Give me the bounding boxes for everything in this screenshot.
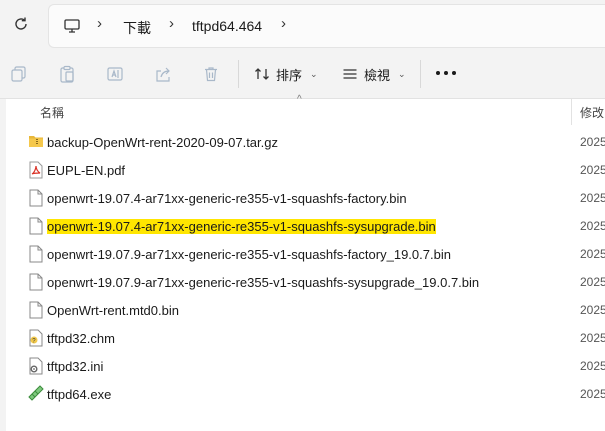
file-name: tftpd32.ini <box>47 359 104 374</box>
help-file-icon: ? <box>28 329 44 347</box>
file-name: EUPL-EN.pdf <box>47 163 126 178</box>
chevron-down-icon: ⌄ <box>310 68 318 79</box>
column-divider[interactable] <box>571 99 572 125</box>
file-name-highlighted: openwrt-19.07.4-ar71xx-generic-re355-v1-… <box>47 219 436 234</box>
toolbar-divider <box>420 60 421 88</box>
file-name: tftpd32.chm <box>47 331 115 346</box>
sort-ascending-icon: ^ <box>297 94 302 105</box>
delete-icon[interactable] <box>201 64 221 84</box>
file-date: 2025 <box>580 331 605 345</box>
file-date: 2025 <box>580 219 605 233</box>
view-button[interactable]: 檢視 ⌄ <box>342 62 406 86</box>
list-item[interactable]: OpenWrt-rent.mtd0.bin 2025 <box>6 296 605 324</box>
list-item[interactable]: openwrt-19.07.4-ar71xx-generic-re355-v1-… <box>6 184 605 212</box>
file-date: 2025 <box>580 359 605 373</box>
sort-button[interactable]: 排序 ⌄ <box>254 62 318 86</box>
breadcrumb-downloads[interactable]: 下載 <box>123 18 151 38</box>
file-icon <box>28 217 44 235</box>
chevron-down-icon: ⌄ <box>398 68 406 79</box>
this-pc-icon[interactable] <box>63 17 81 35</box>
file-icon <box>28 273 44 291</box>
chevron-right-icon[interactable]: › <box>97 15 102 32</box>
file-date: 2025 <box>580 191 605 205</box>
breadcrumb-current-folder[interactable]: tftpd64.464 <box>192 18 262 34</box>
toolbar-divider <box>238 60 239 88</box>
file-list: 名稱 ^ 修改 backup-OpenWrt-rent-2020-09-07.t… <box>0 94 605 431</box>
file-name: openwrt-19.07.4-ar71xx-generic-re355-v1-… <box>47 191 407 206</box>
file-icon <box>28 189 44 207</box>
settings-file-icon <box>28 357 44 375</box>
file-date: 2025 <box>580 275 605 289</box>
rename-icon[interactable] <box>105 64 125 84</box>
file-name: backup-OpenWrt-rent-2020-09-07.tar.gz <box>47 135 278 150</box>
column-header: 名稱 ^ 修改 <box>0 94 605 125</box>
file-icon <box>28 301 44 319</box>
file-date: 2025 <box>580 387 605 401</box>
file-date: 2025 <box>580 247 605 261</box>
list-item[interactable]: backup-OpenWrt-rent-2020-09-07.tar.gz 20… <box>6 128 605 156</box>
archive-folder-icon <box>28 133 44 151</box>
chevron-right-icon[interactable]: › <box>169 15 174 32</box>
list-item[interactable]: openwrt-19.07.9-ar71xx-generic-re355-v1-… <box>6 268 605 296</box>
list-item[interactable]: openwrt-19.07.4-ar71xx-generic-re355-v1-… <box>6 212 605 240</box>
paste-icon[interactable] <box>57 64 77 84</box>
file-name: openwrt-19.07.9-ar71xx-generic-re355-v1-… <box>47 275 480 290</box>
file-date: 2025 <box>580 303 605 317</box>
list-item[interactable]: openwrt-19.07.9-ar71xx-generic-re355-v1-… <box>6 240 605 268</box>
view-list-icon <box>343 69 357 79</box>
breadcrumb[interactable]: › 下載 › tftpd64.464 › <box>48 4 605 48</box>
list-item[interactable]: tftpd32.ini 2025 <box>6 352 605 380</box>
file-icon <box>28 245 44 263</box>
sort-icon <box>255 68 269 80</box>
sort-label: 排序 <box>276 67 303 83</box>
address-bar: › 下載 › tftpd64.464 › <box>0 0 605 50</box>
copy-icon[interactable] <box>9 64 29 84</box>
file-date: 2025 <box>580 135 605 149</box>
command-bar: 排序 ⌄ 檢視 ⌄ <box>0 50 605 99</box>
share-icon[interactable] <box>153 64 173 84</box>
view-label: 檢視 <box>364 67 391 83</box>
pdf-icon <box>28 161 44 179</box>
more-options-icon[interactable] <box>436 71 456 75</box>
column-header-name[interactable]: 名稱 <box>40 104 64 121</box>
refresh-icon[interactable] <box>12 15 30 33</box>
exe-icon <box>28 385 44 403</box>
list-item[interactable]: EUPL-EN.pdf 2025 <box>6 156 605 184</box>
file-name: openwrt-19.07.9-ar71xx-generic-re355-v1-… <box>47 247 451 262</box>
list-item[interactable]: ? tftpd32.chm 2025 <box>6 324 605 352</box>
file-date: 2025 <box>580 163 605 177</box>
file-name: tftpd64.exe <box>47 387 112 402</box>
chevron-right-icon[interactable]: › <box>281 15 286 32</box>
file-name: OpenWrt-rent.mtd0.bin <box>47 303 179 318</box>
column-header-date-modified[interactable]: 修改 <box>580 104 604 121</box>
list-item[interactable]: tftpd64.exe 2025 <box>6 380 605 408</box>
